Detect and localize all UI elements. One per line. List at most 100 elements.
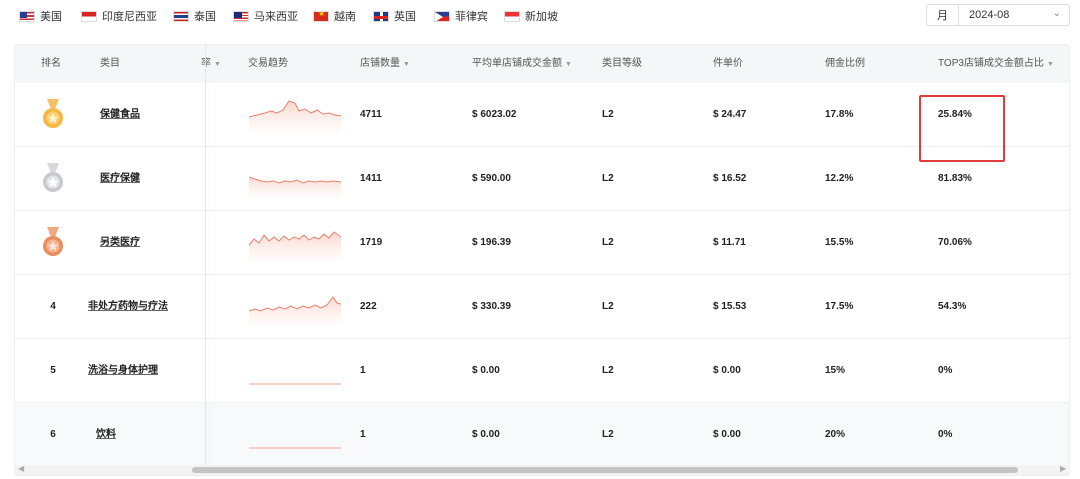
stores-value: 1719: [360, 237, 383, 248]
scroll-right-arrow-icon[interactable]: ▶: [1060, 464, 1066, 473]
sort-icon: ▼: [214, 61, 221, 68]
table-row[interactable]: 6 饮料 1 $ 0.00 L2 $ 0.00 20% 0%: [15, 403, 1069, 467]
indonesia-flag-icon: [81, 10, 97, 22]
commission-value: 20%: [825, 429, 846, 440]
country-label: 印度尼西亚: [102, 11, 157, 23]
period-type-label[interactable]: 月: [926, 4, 958, 26]
country-tab-uk[interactable]: 英国: [370, 6, 419, 26]
category-name[interactable]: 另类医疗: [100, 211, 140, 275]
scroll-left-arrow-icon[interactable]: ◀: [18, 464, 24, 473]
country-label: 菲律宾: [455, 11, 488, 23]
top3-value: 0%: [938, 429, 953, 440]
country-label: 越南: [334, 11, 356, 23]
level-value: L2: [602, 109, 614, 120]
commission-value: 17.8%: [825, 109, 854, 120]
singapore-flag-icon: [504, 10, 520, 22]
level-value: L2: [602, 301, 614, 312]
rank-number: 5: [50, 365, 56, 376]
col-header-rate-label: 率: [201, 58, 211, 69]
col-header-rate[interactable]: 率 ▼: [201, 45, 221, 83]
level-value: L2: [602, 365, 614, 376]
stores-value: 222: [360, 301, 377, 312]
avg-gmv-value: $ 0.00: [472, 429, 500, 440]
country-tab-philippines[interactable]: 菲律宾: [431, 6, 491, 26]
table-row[interactable]: 5 洗浴与身体护理 1 $ 0.00 L2 $ 0.00 15% 0%: [15, 339, 1069, 403]
table-row[interactable]: 保健食品 4711 $ 6023.02 L2 $ 24.47 17.8% 25.…: [15, 83, 1069, 147]
col-header-category: 类目: [100, 58, 120, 69]
table-row[interactable]: 医疗保健 1411 $ 590.00 L2 $ 16.52 12.2% 81.8…: [15, 147, 1069, 211]
country-tab-us[interactable]: 美国: [16, 6, 65, 26]
avg-gmv-value: $ 0.00: [472, 365, 500, 376]
horizontal-scrollbar-thumb[interactable]: [192, 467, 1018, 473]
trend-sparkline: [249, 447, 341, 449]
commission-value: 17.5%: [825, 301, 854, 312]
commission-value: 15.5%: [825, 237, 854, 248]
month-select[interactable]: 2024-08 ⌄: [958, 4, 1070, 26]
avg-gmv-value: $ 6023.02: [472, 109, 517, 120]
trend-sparkline: [249, 296, 341, 325]
level-value: L2: [602, 237, 614, 248]
col-header-avg-gmv-label: 平均单店铺成交金额: [472, 58, 562, 69]
avg-gmv-value: $ 590.00: [472, 173, 511, 184]
table-header: 排名 类目 率 ▼ 交易趋势 店铺数量 ▼ 平均单店铺成交金额 ▼ 类目等级 件单价 …: [15, 45, 1069, 83]
country-tab-vietnam[interactable]: 越南: [310, 6, 359, 26]
stores-value: 1: [360, 365, 366, 376]
philippines-flag-icon: [434, 10, 450, 22]
stores-value: 1411: [360, 173, 382, 184]
table-row[interactable]: 另类医疗 1719 $ 196.39 L2 $ 11.71 15.5% 70.0…: [15, 211, 1069, 275]
col-header-trend: 交易趋势: [248, 58, 288, 69]
col-header-top3-label: TOP3店铺成交金额占比: [938, 58, 1044, 69]
country-label: 泰国: [194, 11, 216, 23]
category-name[interactable]: 非处方药物与疗法: [88, 275, 168, 339]
country-tab-singapore[interactable]: 新加坡: [501, 6, 561, 26]
category-table: 排名 类目 率 ▼ 交易趋势 店铺数量 ▼ 平均单店铺成交金额 ▼ 类目等级 件单价 …: [14, 44, 1070, 476]
avg-gmv-value: $ 196.39: [472, 237, 511, 248]
level-value: L2: [602, 429, 614, 440]
us-flag-icon: [19, 10, 35, 22]
commission-value: 12.2%: [825, 173, 854, 184]
avg-gmv-value: $ 330.39: [472, 301, 511, 312]
country-tabs: 美国 印度尼西亚 泰国 马来西亚 越南 英国 菲律宾 新加坡 月 2024-08…: [0, 0, 1080, 32]
trend-sparkline: [249, 383, 341, 385]
unit-price-value: $ 0.00: [713, 429, 741, 440]
col-header-rank: 排名: [41, 58, 61, 69]
col-header-stores-label: 店铺数量: [360, 58, 400, 69]
country-label: 美国: [40, 11, 62, 23]
rank-number: 4: [50, 301, 56, 312]
silver-medal-icon: [43, 163, 63, 192]
col-header-avg-gmv[interactable]: 平均单店铺成交金额 ▼: [472, 45, 572, 83]
country-tab-indonesia[interactable]: 印度尼西亚: [78, 6, 160, 26]
country-label: 新加坡: [525, 11, 558, 23]
malaysia-flag-icon: [233, 10, 249, 22]
sort-icon: ▼: [1046, 61, 1054, 68]
thailand-flag-icon: [173, 10, 189, 22]
trend-sparkline: [249, 100, 341, 133]
category-name[interactable]: 保健食品: [100, 83, 140, 147]
col-header-unit-price: 件单价: [713, 58, 743, 69]
category-name[interactable]: 医疗保健: [100, 147, 140, 211]
stores-value: 1: [360, 429, 366, 440]
trend-sparkline: [249, 231, 341, 261]
country-tab-thailand[interactable]: 泰国: [170, 6, 219, 26]
vietnam-flag-icon: [313, 10, 329, 22]
category-name[interactable]: 饮料: [96, 403, 116, 467]
col-header-stores[interactable]: 店铺数量 ▼: [360, 45, 410, 83]
country-label: 英国: [394, 11, 416, 23]
table-row[interactable]: 4 非处方药物与疗法 222 $ 330.39 L2 $ 15.53 17.5%…: [15, 275, 1069, 339]
category-name[interactable]: 洗浴与身体护理: [88, 339, 158, 403]
unit-price-value: $ 24.47: [713, 109, 747, 120]
highlight-annotation-box: [919, 95, 1005, 162]
stores-value: 4711: [360, 109, 382, 120]
col-header-commission: 佣金比例: [825, 58, 865, 69]
trend-sparkline: [249, 176, 341, 197]
commission-value: 15%: [825, 365, 846, 376]
unit-price-value: $ 0.00: [713, 365, 741, 376]
gold-medal-icon: [43, 99, 63, 128]
sort-icon: ▼: [403, 61, 410, 68]
chevron-down-icon: ⌄: [1052, 8, 1061, 19]
unit-price-value: $ 16.52: [713, 173, 747, 184]
country-tab-malaysia[interactable]: 马来西亚: [230, 6, 301, 26]
top3-value: 70.06%: [938, 237, 972, 248]
col-header-level: 类目等级: [602, 58, 642, 69]
col-header-top3[interactable]: TOP3店铺成交金额占比 ▼: [938, 45, 1054, 83]
